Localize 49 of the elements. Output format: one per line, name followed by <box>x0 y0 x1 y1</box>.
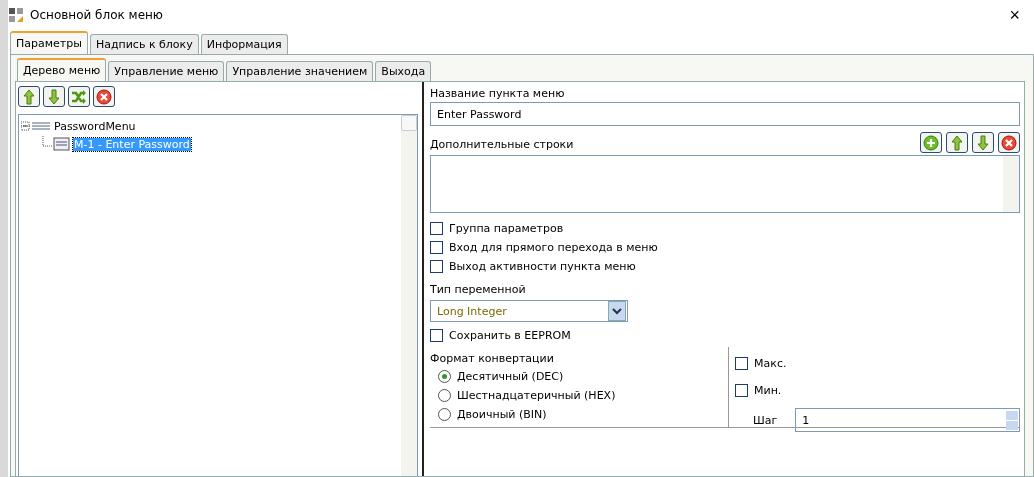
checkbox-label: Выход активности пункта меню <box>449 260 636 273</box>
type-dropdown[interactable]: Long Integer <box>430 300 628 322</box>
radio-label: Десятичный (DEC) <box>457 370 564 383</box>
radio-label: Шестнадцатеричный (HEX) <box>457 389 616 402</box>
checkbox-label: Сохранить в EEPROM <box>449 329 571 342</box>
tab[interactable]: Управление значением <box>226 61 374 81</box>
checkbox[interactable] <box>430 260 443 273</box>
checkbox[interactable] <box>735 357 748 370</box>
tree-item[interactable]: PasswordMenu <box>53 119 137 133</box>
shuffle-button[interactable] <box>68 86 90 107</box>
field-label: Название пункта меню <box>430 86 566 102</box>
radio-button[interactable] <box>438 408 451 421</box>
field-label: Тип переменной <box>430 282 527 298</box>
scrollbar[interactable] <box>401 115 417 476</box>
checkbox[interactable] <box>430 329 443 342</box>
checkbox[interactable] <box>430 241 443 254</box>
chevron-icon <box>612 307 622 315</box>
window-title: Основной блок меню <box>30 8 163 22</box>
tab[interactable]: Управление меню <box>108 61 225 81</box>
field-label: Шаг <box>753 413 778 427</box>
checkbox-label: Мин. <box>754 384 782 397</box>
down-arrow-button[interactable] <box>972 132 994 153</box>
down-arrow-button[interactable] <box>43 86 65 107</box>
tab[interactable]: Дерево меню <box>17 58 107 81</box>
delete-button[interactable] <box>93 86 115 107</box>
checkbox-label: Вход для прямого перехода в меню <box>449 241 658 254</box>
radio-button[interactable] <box>438 370 451 383</box>
field-label: Дополнительные строки <box>430 137 574 153</box>
checkbox[interactable] <box>735 384 748 397</box>
tab[interactable]: Надпись к блоку <box>89 34 199 54</box>
close-button[interactable]: × <box>1005 5 1024 25</box>
name-field[interactable]: Enter Password <box>430 102 1020 126</box>
checkbox[interactable] <box>430 222 443 235</box>
tab[interactable]: Параметры <box>10 31 88 54</box>
tab[interactable]: Выхода <box>375 61 432 81</box>
radio-label: Двоичный (BIN) <box>457 408 547 421</box>
radio-button[interactable] <box>438 389 451 402</box>
checkbox-label: Макс. <box>754 357 787 370</box>
up-arrow-button[interactable] <box>946 132 968 153</box>
list-icon[interactable] <box>21 121 51 131</box>
group-label: Формат конвертации <box>430 351 555 367</box>
tab[interactable]: Информация <box>200 34 288 54</box>
step-spinner[interactable]: 1 <box>795 408 1020 432</box>
delete-button[interactable] <box>998 132 1020 153</box>
list-icon <box>41 136 71 152</box>
add-button[interactable] <box>920 132 942 153</box>
app-icon <box>8 7 24 23</box>
checkbox-label: Группа параметров <box>449 222 564 235</box>
up-arrow-button[interactable] <box>18 86 40 107</box>
